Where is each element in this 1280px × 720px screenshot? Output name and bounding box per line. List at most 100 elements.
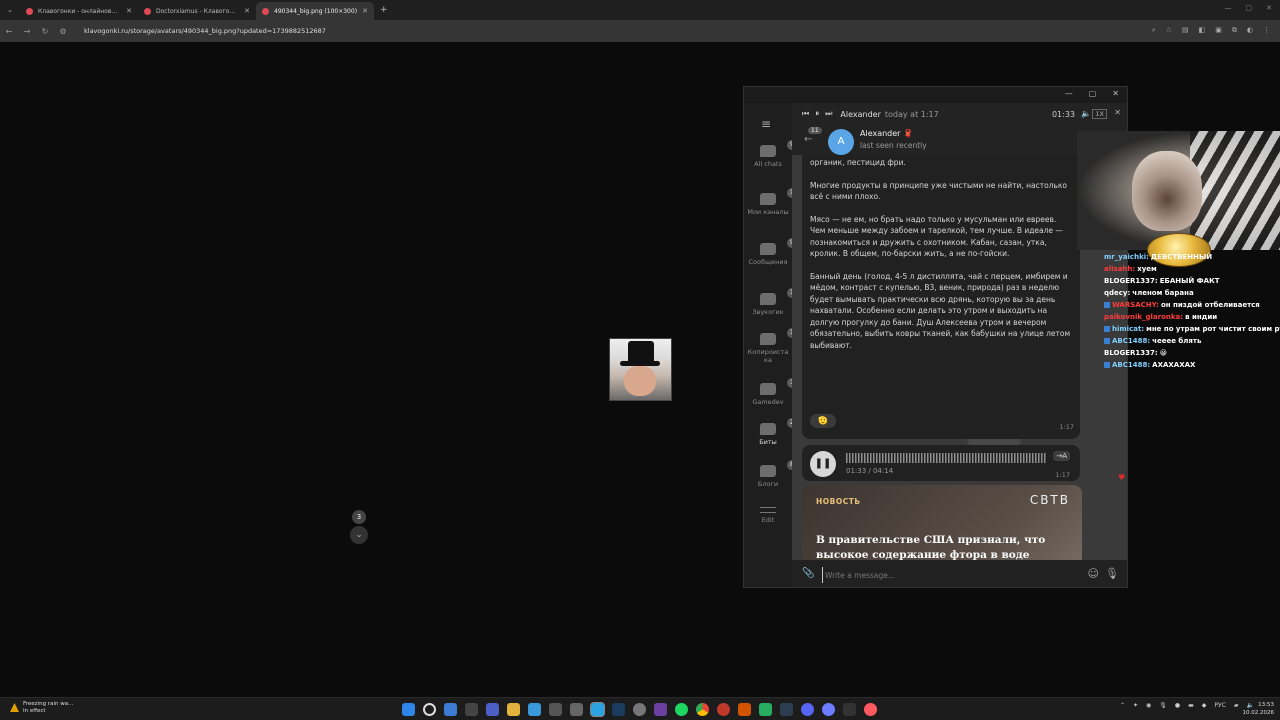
playback-speed-button[interactable]: 1X	[1092, 109, 1107, 119]
player-sender[interactable]: Alexander	[840, 110, 880, 119]
app-icon[interactable]	[717, 703, 730, 716]
app-icon[interactable]	[570, 703, 583, 716]
chevron-up-icon[interactable]: ⌃	[1120, 702, 1125, 709]
maximize-icon[interactable]: ▢	[1089, 89, 1097, 98]
reload-icon[interactable]: ↻	[36, 27, 54, 36]
clock[interactable]: 13:53 10.02.2026	[1243, 701, 1275, 717]
extension-icon[interactable]: ◧	[1199, 26, 1206, 35]
app-icon[interactable]	[822, 703, 835, 716]
telegram-icon[interactable]	[590, 702, 605, 717]
save-icon[interactable]: ▣	[1215, 26, 1222, 35]
tray-app-icon[interactable]: ◆	[1202, 702, 1207, 709]
message-input[interactable]	[822, 567, 1062, 583]
tray-app-icon[interactable]: ✦	[1133, 702, 1138, 709]
app-icon[interactable]	[738, 703, 751, 716]
close-icon[interactable]: ✕	[1112, 89, 1119, 98]
url-field[interactable]: klavogonki.ru/storage/avatars/490344_big…	[84, 27, 326, 35]
pause-icon[interactable]: ⏸	[815, 109, 819, 119]
input-language[interactable]: РУС	[1214, 702, 1225, 709]
folder-copywriter[interactable]: 17 Копироиста ка	[744, 327, 802, 364]
spotify-icon[interactable]	[675, 703, 688, 716]
zoom-icon[interactable]: ⌕	[1152, 26, 1156, 35]
transcribe-button[interactable]: →A	[1053, 451, 1070, 461]
folder-zvukogik[interactable]: 13 Звукогик	[744, 287, 802, 316]
chat-text: чееее блять	[1152, 337, 1202, 345]
app-icon[interactable]	[486, 703, 499, 716]
folder-blogs[interactable]: 8 Блоги	[744, 459, 798, 488]
search-icon[interactable]	[423, 703, 436, 716]
back-arrow-icon[interactable]: ←	[804, 134, 812, 145]
voice-message[interactable]: ❚❚ 01:33 / 04:14 →A 1:17	[802, 445, 1080, 481]
maximize-icon[interactable]: ▢	[1246, 4, 1253, 12]
app-icon[interactable]	[549, 703, 562, 716]
tray-app-icon[interactable]: ◉	[1146, 702, 1151, 709]
extensions-puzzle-icon[interactable]: ⧉	[1232, 26, 1237, 35]
music-app-icon[interactable]	[864, 703, 877, 716]
browser-tab[interactable]: Клавогонки - онлайновый кл... ✕	[20, 2, 138, 20]
attach-paperclip-icon[interactable]: 📎	[802, 568, 814, 579]
profile-avatar-icon[interactable]: ◐	[1247, 26, 1253, 35]
app-icon[interactable]	[780, 703, 793, 716]
chat-title[interactable]: Alexander 🧣	[860, 129, 913, 138]
scroll-down-chevron-icon[interactable]: ⌄	[350, 526, 368, 544]
next-track-icon[interactable]: ⏭	[825, 109, 832, 119]
widgets-icon[interactable]	[444, 703, 457, 716]
menu-hamburger-icon[interactable]: ≡	[761, 117, 771, 131]
reaction-badge[interactable]: 🫡	[810, 414, 836, 428]
back-icon[interactable]: ←	[0, 27, 18, 36]
tray-app-icon[interactable]: ●	[1175, 702, 1180, 709]
folder-edit[interactable]: Edit	[744, 507, 792, 524]
previous-track-icon[interactable]: ⏮	[802, 109, 809, 119]
windows-start-icon[interactable]	[402, 703, 415, 716]
close-icon[interactable]: ✕	[1266, 4, 1272, 12]
folder-label: Копироиста ка	[747, 348, 789, 364]
chat-username: BLOGER1337:	[1104, 277, 1158, 285]
tab-search-icon[interactable]: ⌄	[0, 6, 20, 14]
message-bubble[interactable]: органик, пестицид фри. Многие продукты в…	[802, 155, 1080, 439]
weather-widget[interactable]: Freezing rain wa... In effect	[10, 701, 73, 715]
discord-icon[interactable]	[801, 703, 814, 716]
folder-my-channels[interactable]: 1 Мои каналы	[744, 187, 798, 216]
voice-waveform[interactable]	[846, 453, 1046, 463]
menu-dots-icon[interactable]: ⋮	[1263, 26, 1270, 35]
new-tab-icon[interactable]: +	[380, 5, 388, 15]
microphone-icon[interactable]: 🎙	[1159, 702, 1167, 709]
forward-icon[interactable]: →	[18, 27, 36, 36]
app-icon[interactable]	[759, 703, 772, 716]
settings-icon[interactable]	[633, 703, 646, 716]
microphone-icon[interactable]: 🎙	[1105, 567, 1119, 580]
bookmark-star-icon[interactable]: ☆	[1166, 26, 1172, 35]
tab-close-icon[interactable]: ✕	[126, 7, 132, 15]
tab-close-icon[interactable]: ✕	[244, 7, 250, 15]
voice-pause-button[interactable]: ❚❚	[810, 451, 836, 477]
volume-icon[interactable]: 🔈	[1081, 109, 1091, 118]
heart-reaction-icon[interactable]: ♥	[1118, 473, 1125, 482]
site-info-icon[interactable]: ⚙	[54, 27, 72, 36]
close-player-icon[interactable]: ✕	[1114, 108, 1121, 117]
extension-icon[interactable]: ▤	[1182, 26, 1189, 35]
browser-tab-active[interactable]: 490344_big.png (100×300) ✕	[256, 2, 374, 20]
minimize-icon[interactable]: —	[1065, 89, 1073, 98]
forwarded-news-post[interactable]: НОВОСТЬ СВТВ В правительстве США признал…	[802, 485, 1082, 560]
folder-bity[interactable]: 25 Биты	[744, 417, 802, 446]
app-icon[interactable]	[843, 703, 856, 716]
folder-all-chats[interactable]: 99+ All chats	[744, 139, 807, 168]
file-explorer-icon[interactable]	[507, 703, 520, 716]
folder-gamedev[interactable]: 3 Gamedev	[744, 377, 798, 406]
folder-messages[interactable]: 99+ Сообщения	[744, 237, 807, 266]
tray-app-icon[interactable]: ▬	[1188, 702, 1194, 709]
app-icon[interactable]	[654, 703, 667, 716]
message-paragraph: Многие продукты в принципе уже чистыми н…	[810, 180, 1068, 202]
browser-tab[interactable]: Doctorxiamus - Клавогонки ✕	[138, 2, 256, 20]
minimize-icon[interactable]: —	[1225, 4, 1232, 12]
network-icon[interactable]: ▰	[1234, 702, 1239, 709]
channel-logo: СВТВ	[1029, 493, 1070, 507]
app-icon[interactable]	[465, 703, 478, 716]
chrome-icon[interactable]	[696, 703, 709, 716]
app-icon[interactable]	[528, 703, 541, 716]
folder-label: Сообщения	[748, 258, 788, 266]
tab-close-icon[interactable]: ✕	[362, 7, 368, 15]
emoji-icon[interactable]: ☺	[1088, 567, 1099, 580]
steam-icon[interactable]	[612, 703, 625, 716]
avatar[interactable]: A	[828, 129, 854, 155]
